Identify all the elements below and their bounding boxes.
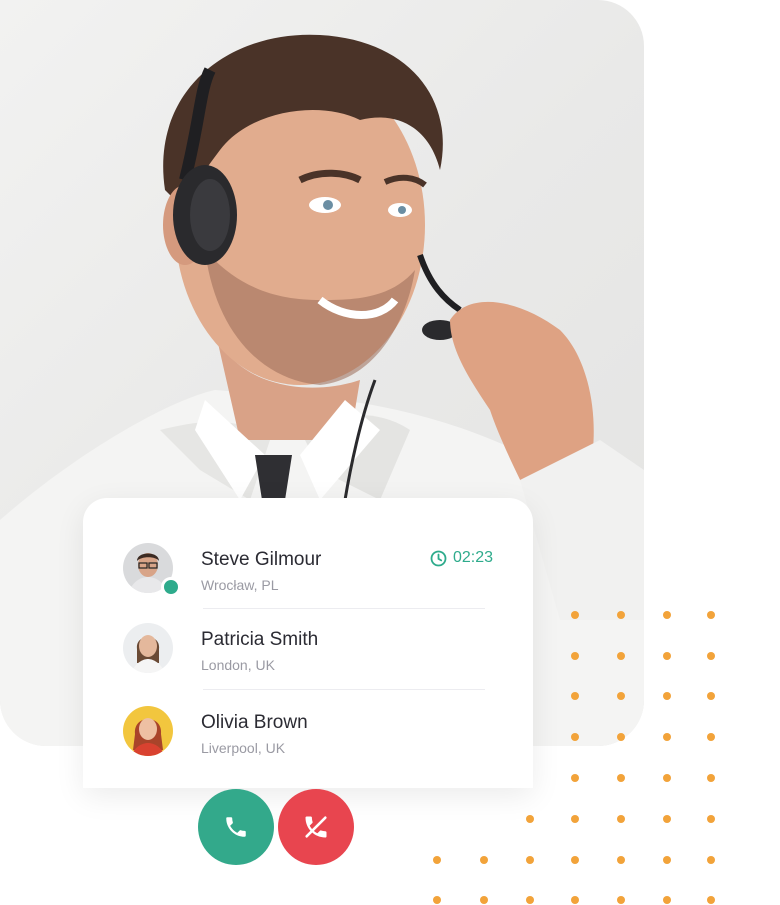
- contact-location: London, UK: [201, 657, 275, 673]
- avatar: [123, 623, 173, 673]
- clock-icon: [430, 550, 447, 566]
- contact-name: Steve Gilmour: [201, 549, 322, 570]
- call-duration: 02:23: [452, 549, 493, 566]
- phone-icon: [226, 817, 246, 837]
- call-timer: 02:23: [430, 549, 493, 567]
- accept-call-button[interactable]: [198, 789, 274, 865]
- online-status-dot: [161, 577, 181, 597]
- contact-row[interactable]: Olivia Brown Liverpool, UK: [123, 706, 493, 766]
- call-center-scene: Steve Gilmour Wrocław, PL 02:23 Patricia…: [0, 0, 780, 905]
- contact-row-active[interactable]: Steve Gilmour Wrocław, PL 02:23: [123, 543, 493, 603]
- call-list-card: Steve Gilmour Wrocław, PL 02:23 Patricia…: [83, 498, 533, 788]
- contact-location: Liverpool, UK: [201, 740, 286, 756]
- contact-row[interactable]: Patricia Smith London, UK: [123, 623, 493, 683]
- contact-name: Olivia Brown: [201, 712, 308, 733]
- contact-name: Patricia Smith: [201, 629, 319, 650]
- divider: [203, 608, 485, 609]
- phone-hangup-icon: [305, 816, 327, 838]
- avatar: [123, 706, 173, 756]
- decline-call-button[interactable]: [278, 789, 354, 865]
- divider: [203, 689, 485, 690]
- contact-location: Wrocław, PL: [201, 577, 279, 593]
